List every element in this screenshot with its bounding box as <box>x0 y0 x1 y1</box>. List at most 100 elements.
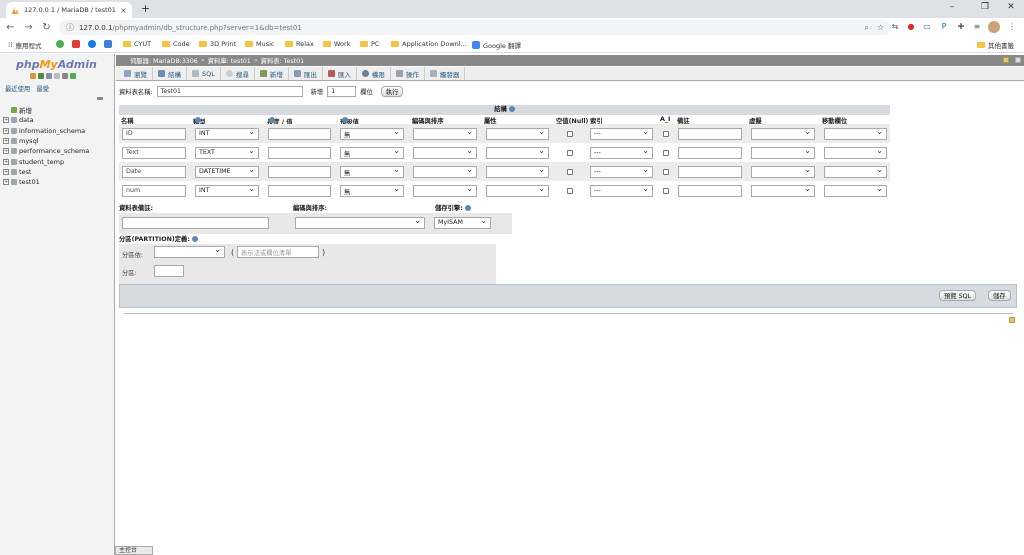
collapse-all-icon[interactable] <box>97 97 103 100</box>
restore-icon[interactable]: ❐ <box>975 2 995 12</box>
puzzle-icon[interactable]: ✚ <box>955 21 967 33</box>
docs-icon[interactable] <box>46 73 52 79</box>
column-virtual-select[interactable] <box>751 147 815 159</box>
column-type-select[interactable]: DATETIME <box>195 166 259 178</box>
save-button[interactable]: 儲存 <box>988 290 1011 301</box>
forward-icon[interactable]: → <box>21 22 36 33</box>
move-column-select[interactable] <box>824 147 887 159</box>
tree-item-information-schema[interactable]: + information_schema <box>3 126 89 136</box>
preview-sql-button[interactable]: 預覽 SQL <box>939 290 977 301</box>
column-index-select[interactable]: --- <box>590 147 653 159</box>
auto-increment-checkbox[interactable] <box>663 169 669 175</box>
column-comment-input[interactable] <box>678 166 742 178</box>
tab-sql[interactable]: SQL <box>187 67 221 80</box>
reload-icon[interactable]: ↻ <box>39 22 54 33</box>
column-attribute-select[interactable] <box>486 166 549 178</box>
close-window-icon[interactable]: ✕ <box>1001 2 1021 12</box>
column-name-input[interactable]: Date <box>122 166 186 178</box>
expand-icon[interactable]: + <box>3 168 9 175</box>
auto-increment-checkbox[interactable] <box>663 150 669 156</box>
add-column-count[interactable]: 1 <box>327 85 357 97</box>
column-index-select[interactable]: --- <box>590 128 653 140</box>
tab-operations[interactable]: 操作 <box>391 67 425 80</box>
info-icon[interactable]: ⓘ <box>66 22 74 33</box>
column-type-select[interactable]: INT <box>195 185 259 197</box>
bookmark-youtube[interactable] <box>72 40 80 48</box>
bookmark-star-icon[interactable]: ☆ <box>877 23 884 33</box>
partition-count-input[interactable] <box>154 265 184 277</box>
move-column-select[interactable] <box>824 166 887 178</box>
expand-icon[interactable]: + <box>3 138 9 145</box>
tree-item-mysql[interactable]: + mysql <box>3 136 89 146</box>
tab-close-icon[interactable]: × <box>120 6 127 15</box>
null-checkbox[interactable] <box>567 150 573 156</box>
partition-expression-input[interactable]: 表示法或欄位清單 <box>237 246 319 258</box>
column-attribute-select[interactable] <box>486 128 549 140</box>
tab-import[interactable]: 匯入 <box>323 67 357 80</box>
help-icon[interactable] <box>269 117 275 123</box>
column-collation-select[interactable] <box>413 166 477 178</box>
new-tab-button[interactable]: + <box>139 3 152 16</box>
column-virtual-select[interactable] <box>751 185 815 197</box>
recent-favorites-links[interactable]: 最近使用 最愛 <box>5 84 49 93</box>
column-comment-input[interactable] <box>678 147 742 159</box>
table-name-input[interactable]: Test01 <box>156 85 303 97</box>
bookmark-folder-3dprint[interactable]: 3D Print <box>199 40 236 48</box>
bookmark-icon-1[interactable] <box>56 40 64 48</box>
tab-triggers[interactable]: 觸發器 <box>425 67 466 80</box>
cast-icon[interactable]: ▭ <box>921 21 933 33</box>
bookmark-folder-relax[interactable]: Relax <box>285 40 314 48</box>
column-collation-select[interactable] <box>413 128 477 140</box>
help-icon[interactable] <box>195 117 201 123</box>
column-default-select[interactable]: 無 <box>340 128 404 140</box>
record-extension-icon[interactable]: ● <box>905 21 917 33</box>
tree-item-data[interactable]: + data <box>3 115 89 125</box>
column-length-input[interactable] <box>268 166 331 178</box>
reload-nav-icon[interactable] <box>70 73 76 79</box>
bookmark-folder-pc[interactable]: PC <box>360 40 379 48</box>
bookmark-folder-work[interactable]: Work <box>323 40 350 48</box>
breadcrumb-database[interactable]: 資料庫: test01 <box>208 56 251 65</box>
storage-engine-select[interactable]: MyISAM <box>434 217 491 229</box>
column-virtual-select[interactable] <box>751 128 815 140</box>
column-comment-input[interactable] <box>678 185 742 197</box>
null-checkbox[interactable] <box>567 131 573 137</box>
null-checkbox[interactable] <box>567 169 573 175</box>
go-button[interactable]: 執行 <box>380 85 404 97</box>
menu-icon[interactable]: ⋮ <box>1006 21 1018 33</box>
tab-structure[interactable]: 結構 <box>153 67 187 80</box>
tree-item-performance-schema[interactable]: + performance_schema <box>3 146 89 156</box>
bookmark-folder-code[interactable]: Code <box>162 40 190 48</box>
move-column-select[interactable] <box>824 128 887 140</box>
bookmark-folder-music[interactable]: Music <box>245 40 275 48</box>
address-bar[interactable]: ⓘ 127.0.0.1/phpmyadmin/db_structure.php?… <box>59 20 891 35</box>
column-collation-select[interactable] <box>413 185 477 197</box>
gear-icon[interactable] <box>62 73 68 79</box>
column-type-select[interactable]: TEXT <box>195 147 259 159</box>
auto-increment-checkbox[interactable] <box>663 188 669 194</box>
null-checkbox[interactable] <box>567 188 573 194</box>
expand-icon[interactable]: + <box>3 117 9 124</box>
auto-increment-checkbox[interactable] <box>663 131 669 137</box>
expand-icon[interactable]: + <box>3 148 9 155</box>
table-comment-input[interactable] <box>122 217 269 229</box>
sql-icon[interactable] <box>38 73 44 79</box>
column-name-input[interactable]: num <box>122 185 186 197</box>
bookmark-folder-cyut[interactable]: CYUT <box>123 40 151 48</box>
column-name-input[interactable]: ID <box>122 128 186 140</box>
column-attribute-select[interactable] <box>486 147 549 159</box>
column-name-input[interactable]: Text <box>122 147 186 159</box>
column-index-select[interactable]: --- <box>590 166 653 178</box>
bookmark-site[interactable] <box>104 40 112 48</box>
tab-browse[interactable]: 瀏覽 <box>119 67 153 80</box>
bookmark-apps[interactable]: ⁞⁞ 應用程式 <box>8 40 41 50</box>
partition-by-select[interactable] <box>154 246 225 258</box>
tree-item-new[interactable]: 新增 <box>3 105 89 115</box>
column-attribute-select[interactable] <box>486 185 549 197</box>
column-virtual-select[interactable] <box>751 166 815 178</box>
p-extension-icon[interactable]: P <box>938 21 950 33</box>
column-default-select[interactable]: 無 <box>340 166 404 178</box>
bookmark-other[interactable]: 其他書籤 <box>977 40 1014 50</box>
column-index-select[interactable]: --- <box>590 185 653 197</box>
column-default-select[interactable]: 無 <box>340 147 404 159</box>
